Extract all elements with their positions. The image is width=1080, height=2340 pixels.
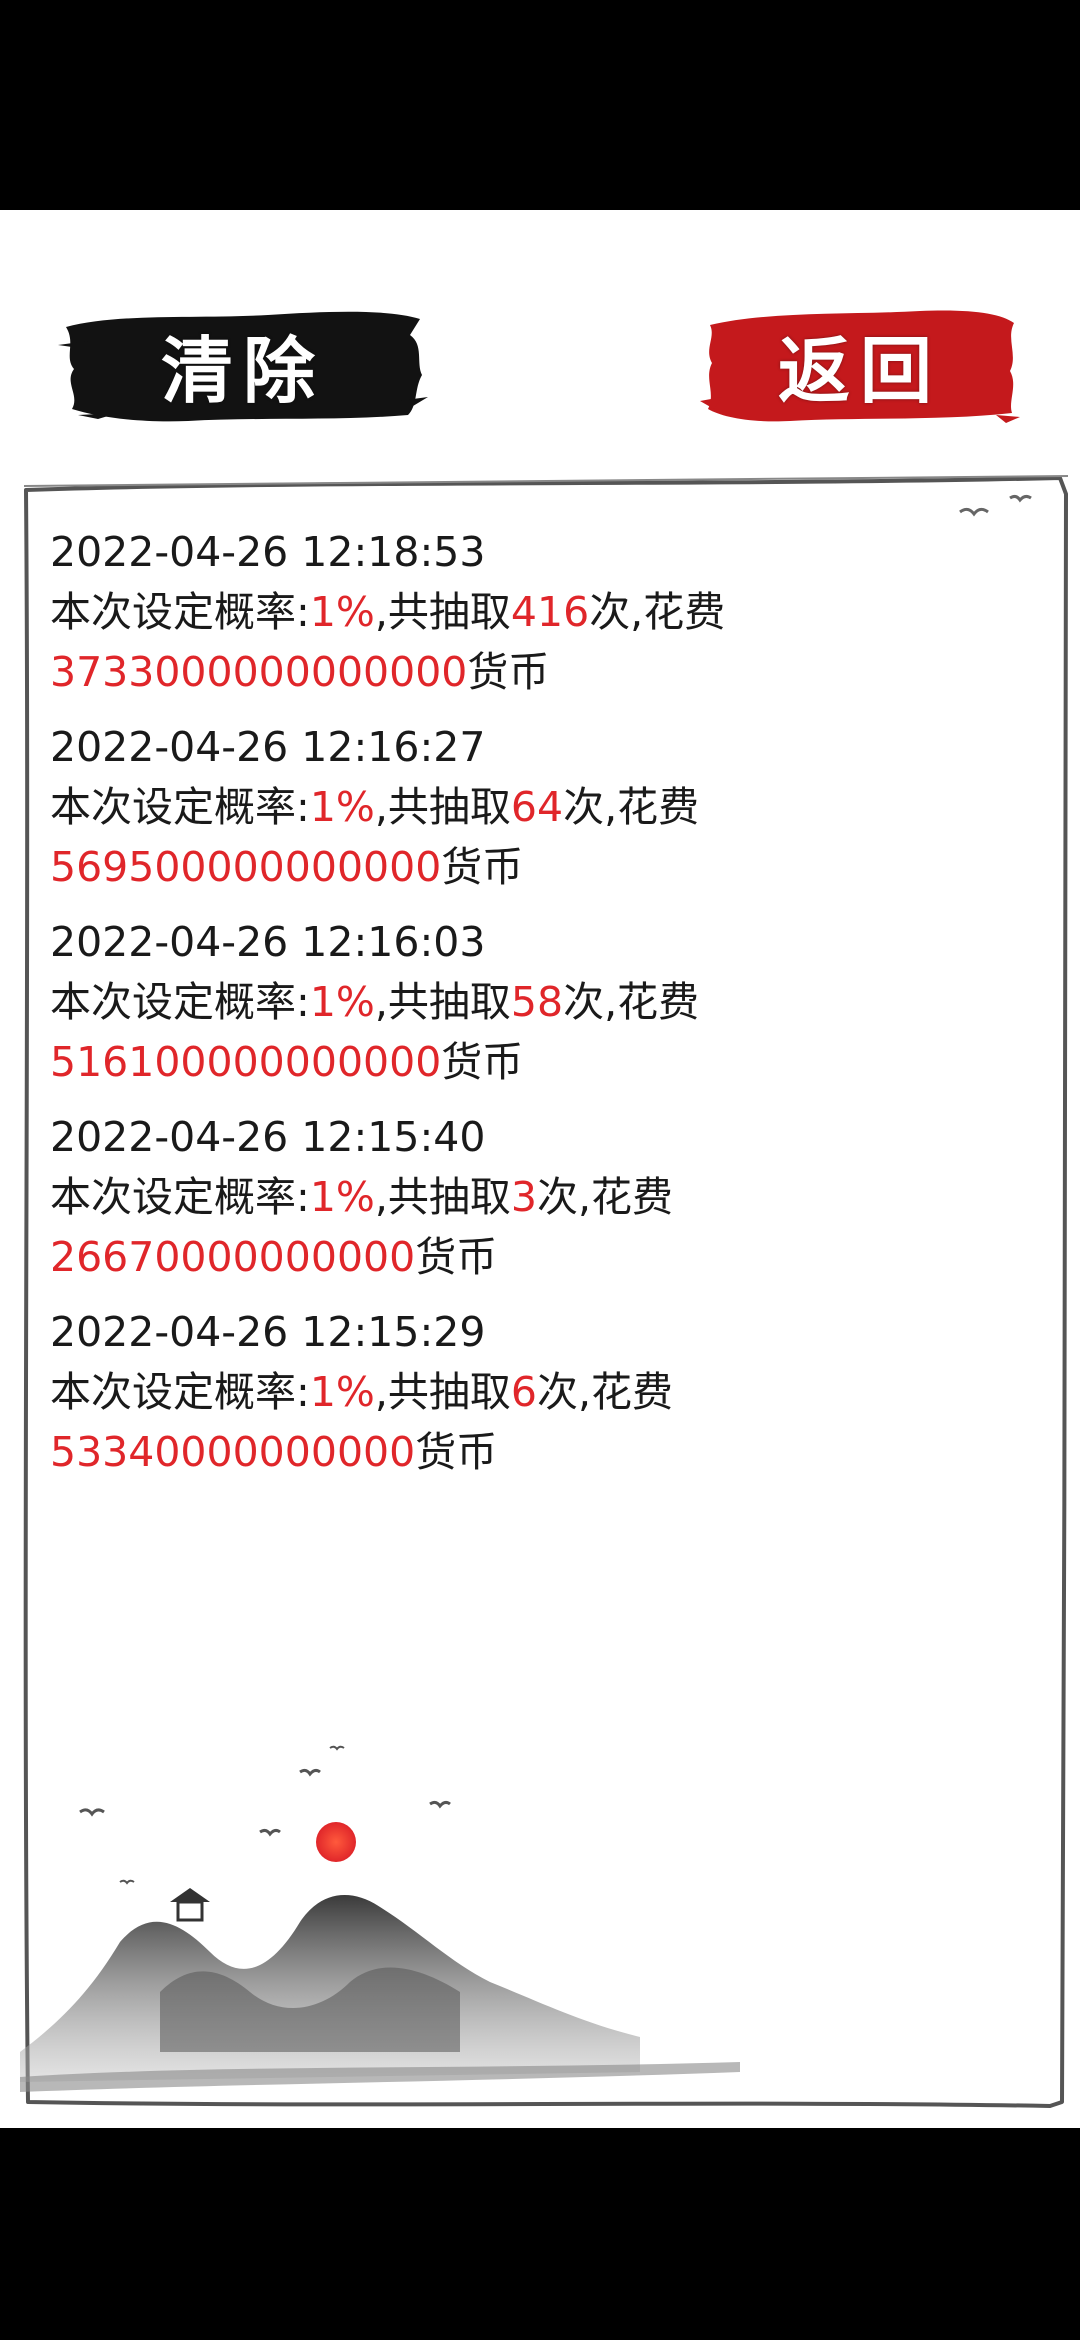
record-list: 2022-04-26 12:18:53 本次设定概率:1%,共抽取416次,花费… bbox=[50, 522, 1050, 1497]
cost-label: 次,花费 bbox=[563, 978, 700, 1026]
record-time: 2022-04-26 12:16:27 bbox=[50, 723, 486, 771]
currency-label: 货币 bbox=[467, 648, 550, 696]
cost-value: 569500000000000 bbox=[50, 843, 442, 891]
mid-text: ,共抽取 bbox=[374, 1173, 511, 1221]
clear-button[interactable]: 清除 bbox=[58, 305, 428, 423]
cost-value: 516100000000000 bbox=[50, 1038, 442, 1086]
list-item: 2022-04-26 12:15:29 本次设定概率:1%,共抽取6次,花费 5… bbox=[50, 1302, 1050, 1482]
currency-label: 货币 bbox=[415, 1428, 498, 1476]
mid-text: ,共抽取 bbox=[374, 978, 511, 1026]
cost-value: 3733000000000000 bbox=[50, 648, 468, 696]
probability-value: 1% bbox=[309, 1368, 375, 1416]
cost-label: 次,花费 bbox=[537, 1368, 674, 1416]
currency-label: 货币 bbox=[441, 843, 524, 891]
list-item: 2022-04-26 12:15:40 本次设定概率:1%,共抽取3次,花费 2… bbox=[50, 1107, 1050, 1287]
record-summary: 本次设定概率:1%,共抽取64次,花费 bbox=[50, 777, 1050, 837]
mid-text: ,共抽取 bbox=[374, 1368, 511, 1416]
cost-value: 53340000000000 bbox=[50, 1428, 416, 1476]
ink-landscape-icon bbox=[20, 1745, 740, 2092]
list-item: 2022-04-26 12:16:03 本次设定概率:1%,共抽取58次,花费 … bbox=[50, 912, 1050, 1092]
back-button[interactable]: 返回 bbox=[700, 305, 1020, 423]
record-cost: 516100000000000货币 bbox=[50, 1032, 1050, 1092]
draw-count: 58 bbox=[510, 978, 564, 1026]
record-summary: 本次设定概率:1%,共抽取58次,花费 bbox=[50, 972, 1050, 1032]
draw-count: 3 bbox=[510, 1173, 538, 1221]
prefix-text: 本次设定概率: bbox=[50, 588, 310, 636]
clear-button-label: 清除 bbox=[160, 327, 325, 413]
record-cost: 3733000000000000货币 bbox=[50, 642, 1050, 702]
probability-value: 1% bbox=[309, 1173, 375, 1221]
probability-value: 1% bbox=[309, 783, 375, 831]
record-summary: 本次设定概率:1%,共抽取3次,花费 bbox=[50, 1167, 1050, 1227]
currency-label: 货币 bbox=[441, 1038, 524, 1086]
record-time: 2022-04-26 12:15:29 bbox=[50, 1308, 486, 1356]
record-time: 2022-04-26 12:18:53 bbox=[50, 528, 486, 576]
record-summary: 本次设定概率:1%,共抽取416次,花费 bbox=[50, 582, 1050, 642]
record-time: 2022-04-26 12:16:03 bbox=[50, 918, 486, 966]
draw-count: 64 bbox=[510, 783, 564, 831]
prefix-text: 本次设定概率: bbox=[50, 1368, 310, 1416]
cost-value: 26670000000000 bbox=[50, 1233, 416, 1281]
history-page: 清除 返回 2022-04-26 12:18:53 本次设定概率:1%,共抽取4… bbox=[0, 210, 1080, 2128]
mid-text: ,共抽取 bbox=[374, 588, 511, 636]
record-cost: 26670000000000货币 bbox=[50, 1227, 1050, 1287]
probability-value: 1% bbox=[309, 978, 375, 1026]
currency-label: 货币 bbox=[415, 1233, 498, 1281]
record-summary: 本次设定概率:1%,共抽取6次,花费 bbox=[50, 1362, 1050, 1422]
red-sun bbox=[316, 1822, 356, 1862]
back-button-label: 返回 bbox=[777, 327, 942, 413]
probability-value: 1% bbox=[309, 588, 375, 636]
mid-text: ,共抽取 bbox=[374, 783, 511, 831]
history-panel: 2022-04-26 12:18:53 本次设定概率:1%,共抽取416次,花费… bbox=[20, 472, 1072, 2112]
record-cost: 569500000000000货币 bbox=[50, 837, 1050, 897]
prefix-text: 本次设定概率: bbox=[50, 783, 310, 831]
draw-count: 6 bbox=[510, 1368, 538, 1416]
prefix-text: 本次设定概率: bbox=[50, 978, 310, 1026]
prefix-text: 本次设定概率: bbox=[50, 1173, 310, 1221]
cost-label: 次,花费 bbox=[537, 1173, 674, 1221]
list-item: 2022-04-26 12:18:53 本次设定概率:1%,共抽取416次,花费… bbox=[50, 522, 1050, 702]
cost-label: 次,花费 bbox=[589, 588, 726, 636]
record-time: 2022-04-26 12:15:40 bbox=[50, 1113, 486, 1161]
list-item: 2022-04-26 12:16:27 本次设定概率:1%,共抽取64次,花费 … bbox=[50, 717, 1050, 897]
status-bar-area bbox=[0, 0, 1080, 210]
draw-count: 416 bbox=[510, 588, 590, 636]
record-cost: 53340000000000货币 bbox=[50, 1422, 1050, 1482]
cost-label: 次,花费 bbox=[563, 783, 700, 831]
navigation-bar-area bbox=[0, 2128, 1080, 2340]
